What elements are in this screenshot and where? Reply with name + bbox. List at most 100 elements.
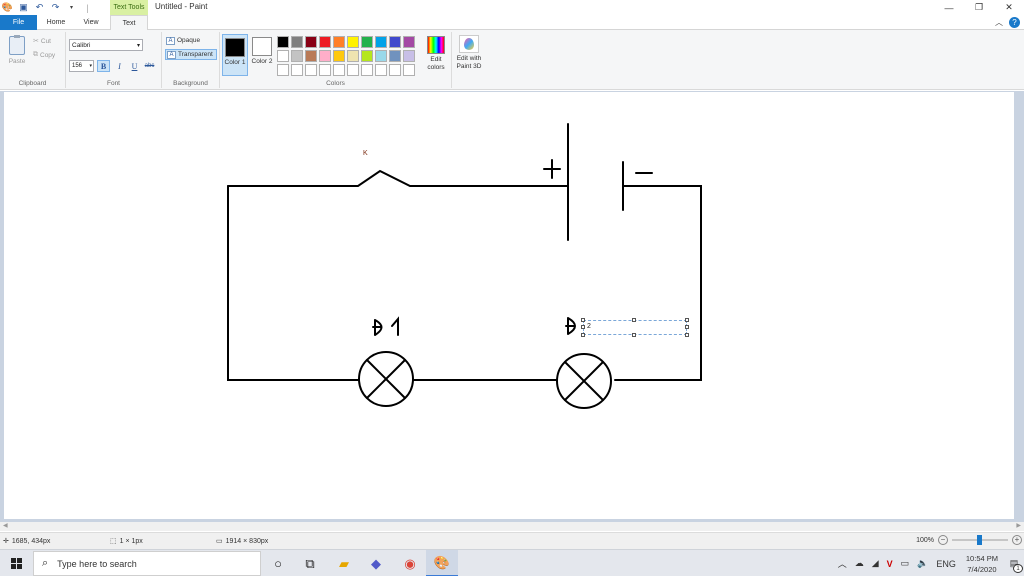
save-icon[interactable]: ▣ bbox=[18, 2, 29, 13]
color-spectrum-icon bbox=[427, 36, 445, 54]
palette-swatch[interactable] bbox=[291, 36, 303, 48]
horizontal-scrollbar[interactable]: ◀ ▶ bbox=[0, 522, 1024, 531]
resize-handle[interactable] bbox=[685, 325, 689, 329]
antivirus-icon[interactable]: V bbox=[883, 559, 897, 569]
close-button[interactable]: ✕ bbox=[994, 0, 1024, 15]
palette-swatch[interactable] bbox=[277, 64, 289, 76]
paint-taskbar-icon[interactable]: 🎨 bbox=[426, 550, 458, 576]
undo-icon[interactable]: ↶ bbox=[34, 2, 45, 13]
network-icon[interactable]: ◢ bbox=[868, 558, 883, 569]
palette-swatch[interactable] bbox=[347, 64, 359, 76]
resize-handle[interactable] bbox=[685, 333, 689, 337]
palette-swatch[interactable] bbox=[305, 50, 317, 62]
palette-swatch[interactable] bbox=[347, 50, 359, 62]
show-hidden-icons-icon[interactable]: ︿ bbox=[834, 557, 851, 570]
help-icon[interactable]: ? bbox=[1009, 17, 1020, 28]
palette-swatch[interactable] bbox=[403, 36, 415, 48]
collapse-ribbon-icon[interactable]: ︿ bbox=[995, 17, 1003, 28]
color1-button[interactable]: Color 1 bbox=[222, 34, 248, 76]
palette-swatch[interactable] bbox=[333, 64, 345, 76]
copy-button[interactable]: ⧉ Copy bbox=[33, 51, 55, 59]
palette-swatch[interactable] bbox=[389, 50, 401, 62]
font-family-select[interactable]: Calibri ▾ bbox=[69, 39, 143, 51]
maximize-button[interactable]: ❐ bbox=[964, 0, 994, 15]
resize-handle[interactable] bbox=[581, 333, 585, 337]
edit-colors-button[interactable]: Edit colors bbox=[423, 36, 449, 72]
palette-swatch[interactable] bbox=[333, 50, 345, 62]
zoom-out-button[interactable]: − bbox=[938, 535, 948, 545]
resize-handle[interactable] bbox=[632, 318, 636, 322]
resize-handle[interactable] bbox=[581, 318, 585, 322]
task-view-icon[interactable]: ⧉ bbox=[294, 550, 326, 576]
underline-button[interactable]: U bbox=[128, 60, 141, 72]
resize-handle[interactable] bbox=[632, 333, 636, 337]
palette-swatch[interactable] bbox=[361, 36, 373, 48]
chrome-icon[interactable]: ◉ bbox=[394, 550, 426, 576]
teams-icon[interactable]: ◆ bbox=[360, 550, 392, 576]
edit-with-paint3d-button[interactable]: Edit with Paint 3D bbox=[453, 35, 485, 71]
palette-swatch[interactable] bbox=[277, 50, 289, 62]
palette-swatch[interactable] bbox=[333, 36, 345, 48]
palette-swatch[interactable] bbox=[305, 36, 317, 48]
palette-swatch[interactable] bbox=[319, 64, 331, 76]
italic-button[interactable]: I bbox=[113, 60, 126, 72]
minimize-button[interactable]: — bbox=[934, 0, 964, 15]
battery-icon[interactable]: ▭ bbox=[897, 558, 914, 569]
cortana-icon[interactable]: ○ bbox=[262, 550, 294, 576]
scroll-right-icon[interactable]: ▶ bbox=[1016, 522, 1021, 529]
zoom-in-button[interactable]: + bbox=[1012, 535, 1022, 545]
paste-button[interactable]: Paste bbox=[6, 35, 28, 65]
language-indicator[interactable]: ENG bbox=[932, 559, 960, 569]
bold-button[interactable]: B bbox=[97, 60, 110, 72]
zoom-slider-thumb[interactable] bbox=[977, 535, 982, 545]
tab-view[interactable]: View bbox=[76, 15, 106, 30]
color2-button[interactable]: Color 2 bbox=[249, 34, 275, 76]
selection-icon: ⬚ bbox=[110, 538, 117, 545]
tab-file[interactable]: File bbox=[0, 15, 37, 30]
palette-swatch[interactable] bbox=[389, 36, 401, 48]
paint-app-icon[interactable]: 🎨 bbox=[2, 2, 13, 13]
font-size-select[interactable]: 156 ▾ bbox=[69, 60, 94, 72]
palette-swatch[interactable] bbox=[403, 50, 415, 62]
action-center-button[interactable]: ▤ 1 bbox=[1004, 550, 1024, 576]
tab-home[interactable]: Home bbox=[40, 15, 72, 30]
strikethrough-button[interactable]: abc bbox=[143, 60, 156, 72]
customize-qat-icon[interactable]: ▾ bbox=[66, 2, 77, 13]
scroll-left-icon[interactable]: ◀ bbox=[3, 522, 8, 529]
clock[interactable]: 10:54 PM 7/4/2020 bbox=[960, 553, 1004, 575]
resize-handle[interactable] bbox=[581, 325, 585, 329]
paste-label: Paste bbox=[8, 58, 26, 65]
palette-swatch[interactable] bbox=[375, 64, 387, 76]
palette-swatch[interactable] bbox=[277, 36, 289, 48]
palette-swatch[interactable] bbox=[403, 64, 415, 76]
opaque-button[interactable]: A Opaque bbox=[165, 35, 217, 46]
zoom-controls: 100% − + bbox=[916, 535, 1022, 545]
palette-swatch[interactable] bbox=[361, 50, 373, 62]
onedrive-icon[interactable]: ☁ bbox=[851, 558, 868, 569]
palette-swatch[interactable] bbox=[291, 64, 303, 76]
transparent-button[interactable]: A Transparent bbox=[165, 49, 217, 60]
palette-swatch[interactable] bbox=[375, 50, 387, 62]
resize-handle[interactable] bbox=[685, 318, 689, 322]
taskbar-search[interactable]: ⌕ Type here to search bbox=[33, 551, 261, 576]
redo-icon[interactable]: ↷ bbox=[50, 2, 61, 13]
palette-swatch[interactable] bbox=[347, 36, 359, 48]
palette-swatch[interactable] bbox=[319, 50, 331, 62]
file-explorer-icon[interactable]: ▰ bbox=[328, 550, 360, 576]
palette-swatch[interactable] bbox=[305, 64, 317, 76]
palette-swatch[interactable] bbox=[319, 36, 331, 48]
text-box-content[interactable]: 2 bbox=[587, 323, 591, 330]
palette-swatch[interactable] bbox=[389, 64, 401, 76]
zoom-slider[interactable] bbox=[952, 535, 1008, 545]
start-button[interactable] bbox=[0, 550, 33, 576]
volume-icon[interactable]: 🔈 bbox=[913, 558, 932, 569]
palette-swatch[interactable] bbox=[361, 64, 373, 76]
active-text-box[interactable]: 2 bbox=[581, 318, 689, 337]
drawing-canvas[interactable]: K 2 bbox=[4, 92, 1014, 519]
canvas-size-icon: ▭ bbox=[216, 538, 223, 545]
cut-button[interactable]: ✂ Cut bbox=[33, 37, 51, 46]
tab-text[interactable]: Text bbox=[110, 15, 148, 31]
canvas-size: ▭ 1914 × 830px bbox=[216, 537, 268, 546]
palette-swatch[interactable] bbox=[291, 50, 303, 62]
palette-swatch[interactable] bbox=[375, 36, 387, 48]
